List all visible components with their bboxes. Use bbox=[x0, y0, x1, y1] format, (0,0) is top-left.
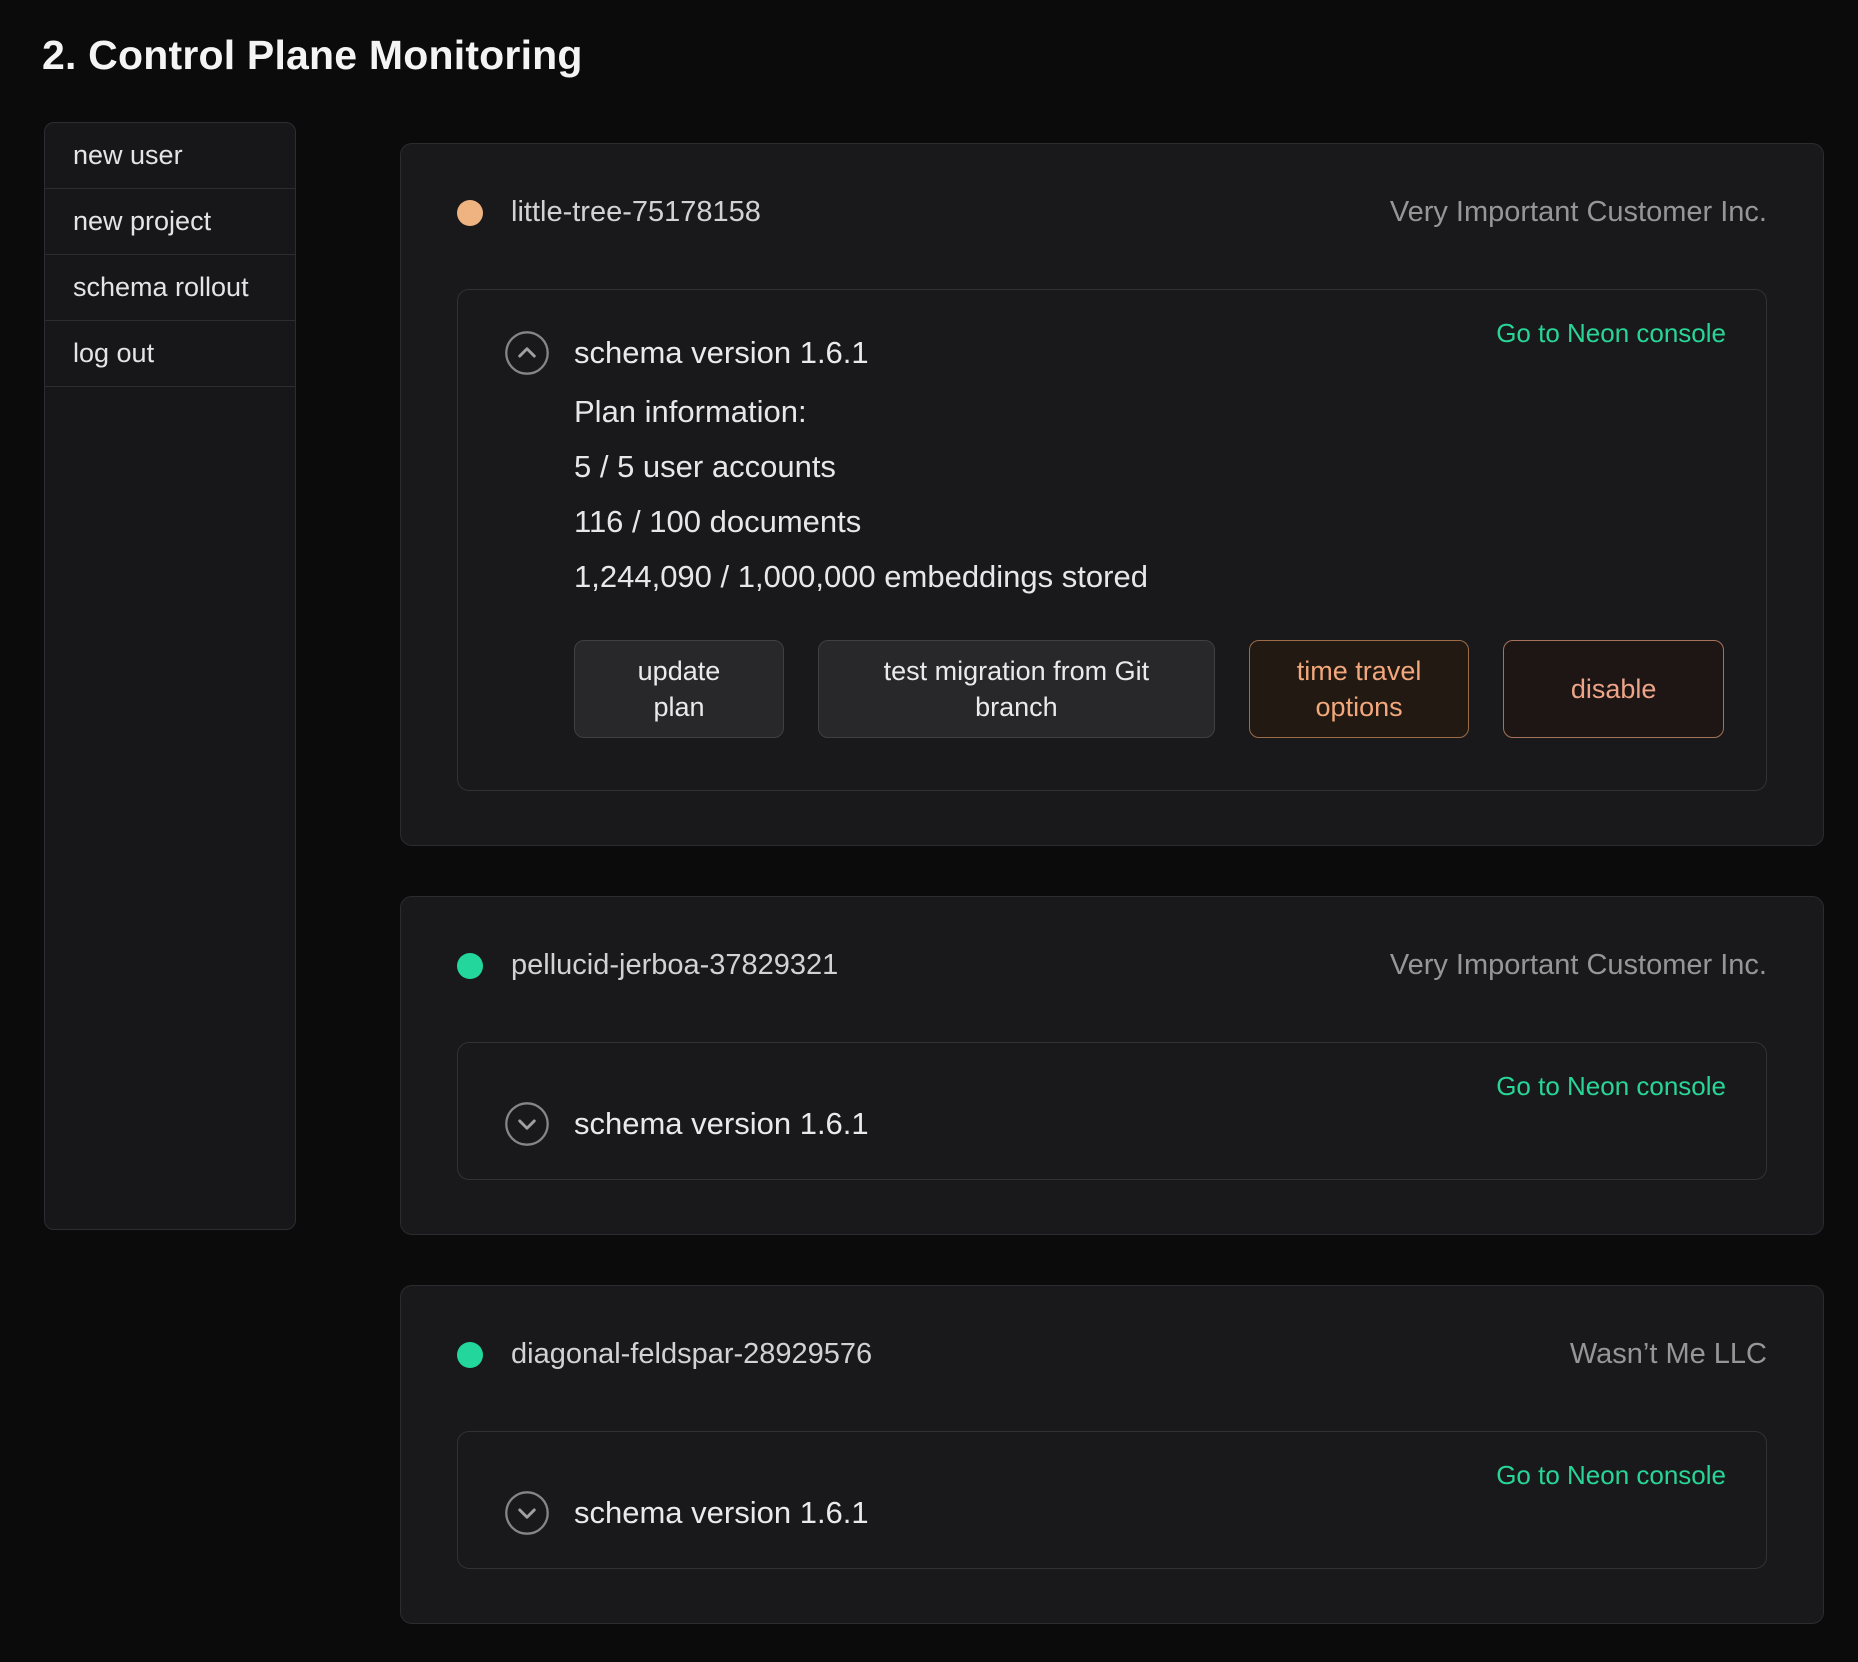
project-list: little-tree-75178158 Very Important Cust… bbox=[400, 143, 1824, 1624]
sidebar-item-log-out[interactable]: log out bbox=[45, 321, 295, 387]
project-detail-panel: Go to Neon console schema version 1.6.1 bbox=[457, 1431, 1767, 1569]
plan-actions: update plan test migration from Git bran… bbox=[574, 640, 1724, 738]
project-name: pellucid-jerboa-37829321 bbox=[511, 949, 838, 982]
disable-button[interactable]: disable bbox=[1503, 640, 1724, 738]
schema-version-label: schema version 1.6.1 bbox=[574, 1106, 869, 1142]
project-card: little-tree-75178158 Very Important Cust… bbox=[400, 143, 1824, 846]
chevron-up-icon bbox=[504, 330, 550, 376]
neon-console-link[interactable]: Go to Neon console bbox=[1496, 1071, 1726, 1102]
expand-toggle-button[interactable] bbox=[504, 1101, 550, 1147]
project-card-header: little-tree-75178158 Very Important Cust… bbox=[457, 196, 1767, 229]
schema-version-label: schema version 1.6.1 bbox=[574, 335, 869, 371]
collapse-toggle-button[interactable] bbox=[504, 330, 550, 376]
project-name: diagonal-feldspar-28929576 bbox=[511, 1338, 872, 1371]
chevron-down-icon bbox=[504, 1101, 550, 1147]
schema-version-label: schema version 1.6.1 bbox=[574, 1495, 869, 1531]
status-dot bbox=[457, 200, 483, 226]
sidebar-item-new-user[interactable]: new user bbox=[45, 123, 295, 189]
status-dot bbox=[457, 953, 483, 979]
project-detail-panel: Go to Neon console schema version 1.6.1 bbox=[457, 1042, 1767, 1180]
sidebar-item-new-project[interactable]: new project bbox=[45, 189, 295, 255]
neon-console-link[interactable]: Go to Neon console bbox=[1496, 1460, 1726, 1491]
customer-name: Wasn’t Me LLC bbox=[1570, 1338, 1767, 1371]
time-travel-options-button[interactable]: time travel options bbox=[1249, 640, 1469, 738]
plan-information: Plan information: 5 / 5 user accounts 11… bbox=[574, 384, 1724, 604]
customer-name: Very Important Customer Inc. bbox=[1390, 949, 1767, 982]
test-migration-button[interactable]: test migration from Git branch bbox=[818, 640, 1215, 738]
status-dot bbox=[457, 1342, 483, 1368]
schema-row: schema version 1.6.1 bbox=[504, 1490, 1724, 1536]
schema-row: schema version 1.6.1 bbox=[504, 1101, 1724, 1147]
plan-heading: Plan information: bbox=[574, 384, 1724, 439]
project-card-header: pellucid-jerboa-37829321 Very Important … bbox=[457, 949, 1767, 982]
sidebar-item-schema-rollout[interactable]: schema rollout bbox=[45, 255, 295, 321]
page-title: 2. Control Plane Monitoring bbox=[42, 32, 583, 79]
update-plan-button[interactable]: update plan bbox=[574, 640, 784, 738]
project-card-header: diagonal-feldspar-28929576 Wasn’t Me LLC bbox=[457, 1338, 1767, 1371]
plan-user-accounts: 5 / 5 user accounts bbox=[574, 439, 1724, 494]
expand-toggle-button[interactable] bbox=[504, 1490, 550, 1536]
plan-documents: 116 / 100 documents bbox=[574, 494, 1724, 549]
sidebar: new user new project schema rollout log … bbox=[44, 122, 296, 1230]
project-card: diagonal-feldspar-28929576 Wasn’t Me LLC… bbox=[400, 1285, 1824, 1624]
customer-name: Very Important Customer Inc. bbox=[1390, 196, 1767, 229]
plan-embeddings: 1,244,090 / 1,000,000 embeddings stored bbox=[574, 549, 1724, 604]
project-detail-panel: Go to Neon console schema version 1.6.1 … bbox=[457, 289, 1767, 791]
chevron-down-icon bbox=[504, 1490, 550, 1536]
project-name: little-tree-75178158 bbox=[511, 196, 761, 229]
neon-console-link[interactable]: Go to Neon console bbox=[1496, 318, 1726, 349]
project-card: pellucid-jerboa-37829321 Very Important … bbox=[400, 896, 1824, 1235]
